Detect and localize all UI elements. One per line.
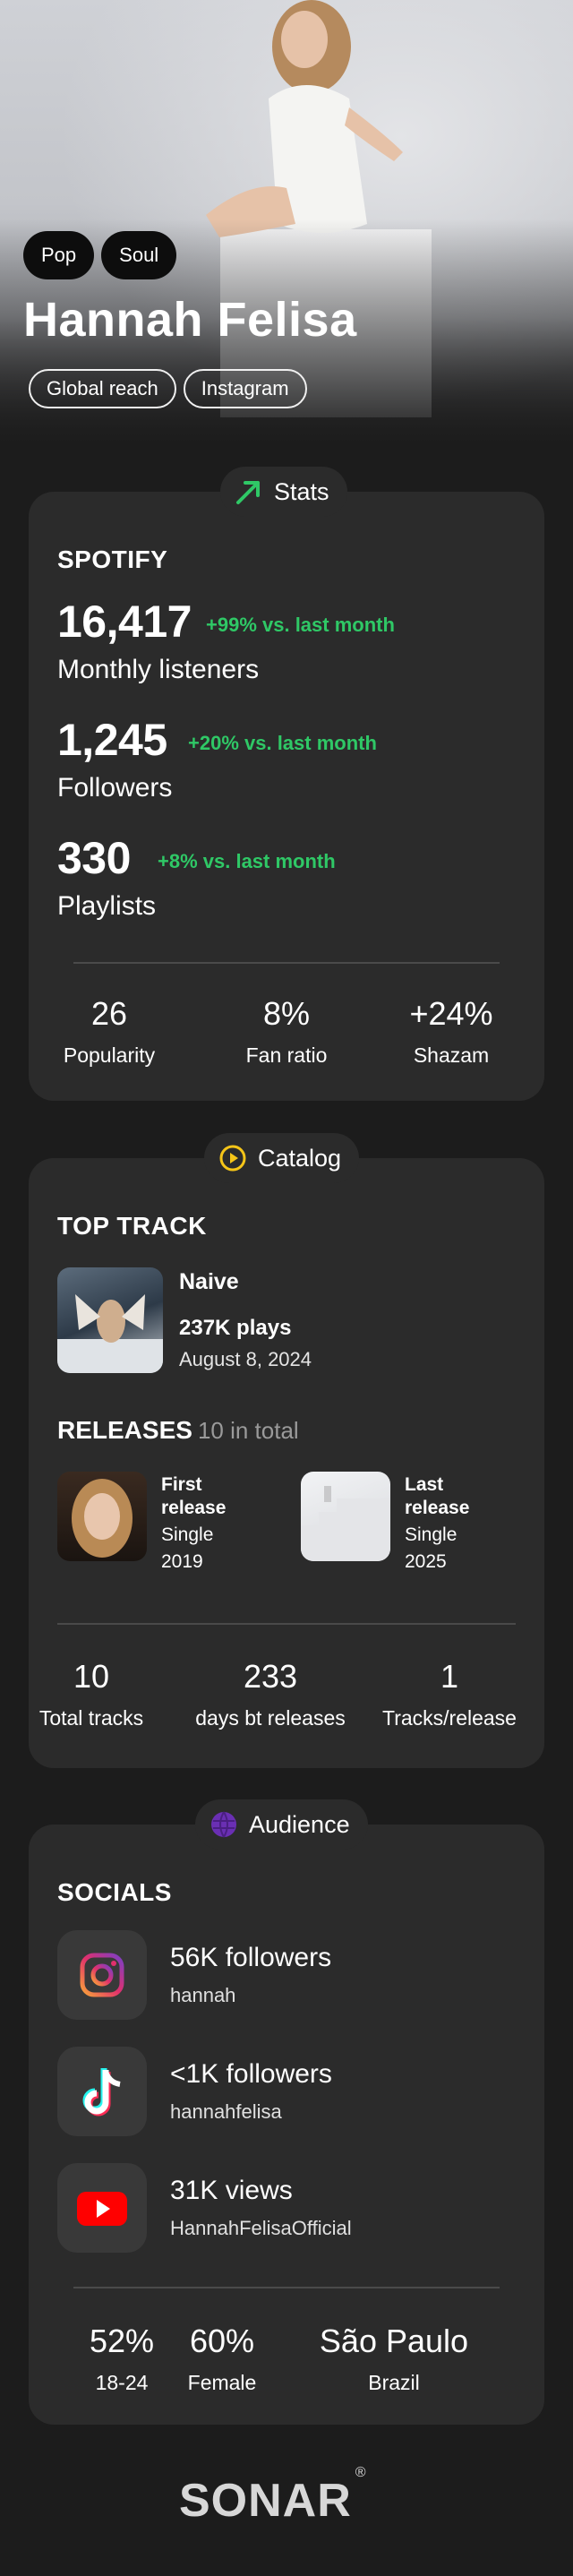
first-release-artwork <box>72 1479 133 1558</box>
shazam-value: +24% <box>409 995 493 1032</box>
globe-icon <box>211 1811 236 1838</box>
tiktok-followers: <1K followers <box>170 2059 332 2089</box>
top-track-plays: 237K plays <box>179 1316 292 1340</box>
popularity-stat: 26 Popularity <box>38 995 181 1068</box>
gender-label: Female <box>187 2371 257 2394</box>
top-track-name[interactable]: Naive <box>179 1269 239 1295</box>
stats-section-label: Stats <box>220 467 347 517</box>
monthly-listeners-delta: +99% vs. last month <box>206 614 395 636</box>
stats-section-title: Stats <box>274 477 329 505</box>
instagram-icon[interactable] <box>57 1930 147 2020</box>
youtube-handle[interactable]: HannahFelisaOfficial <box>170 2217 352 2240</box>
tracks-per-release-label: Tracks/release <box>382 1706 517 1730</box>
age-stat: 52% 18-24 <box>77 2323 167 2395</box>
spotify-heading: SPOTIFY <box>57 545 168 573</box>
followers-value: 1,245 <box>57 715 167 765</box>
last-release-cover[interactable] <box>301 1472 390 1561</box>
audience-card: SOCIALS 56K followers hannah <1K followe… <box>29 1825 544 2425</box>
shazam-label: Shazam <box>413 1043 490 1067</box>
playlists-delta: +8% vs. last month <box>158 850 336 872</box>
trend-up-icon <box>236 481 260 504</box>
top-track-artwork <box>57 1294 163 1373</box>
popularity-value: 26 <box>90 995 128 1032</box>
last-release-title: Last release <box>405 1474 470 1518</box>
sonar-logo: SONAR® <box>179 2465 367 2528</box>
top-city-value: São Paulo <box>319 2323 469 2359</box>
last-release-info: Last release Single 2025 <box>405 1473 494 1574</box>
artist-name: Hannah Felisa <box>23 293 357 347</box>
first-release-year: 2019 <box>161 1551 203 1572</box>
fan-ratio-stat: 8% Fan ratio <box>215 995 358 1068</box>
sonar-wordmark: SONAR <box>179 2475 352 2527</box>
age-label: 18-24 <box>95 2371 149 2394</box>
top-track-cover[interactable] <box>57 1267 163 1373</box>
first-release-type: Single <box>161 1524 214 1545</box>
audience-divider <box>73 2287 500 2288</box>
youtube-glyph <box>77 2192 127 2226</box>
top-city-stat: São Paulo Brazil <box>295 2323 492 2395</box>
chip-global-reach[interactable]: Global reach <box>29 369 176 408</box>
tiktok-icon[interactable] <box>57 2047 147 2136</box>
play-circle-icon <box>219 1145 246 1172</box>
total-tracks-value: 10 <box>73 1658 110 1695</box>
genre-tags: Pop Soul <box>23 231 177 279</box>
total-tracks-stat: 10 Total tracks <box>29 1658 154 1730</box>
followers-label: Followers <box>57 773 173 803</box>
catalog-section-label: Catalog <box>204 1133 360 1183</box>
age-value: 52% <box>89 2323 155 2359</box>
popularity-label: Popularity <box>63 1043 156 1067</box>
releases-title: RELEASES <box>57 1416 192 1444</box>
monthly-listeners-label: Monthly listeners <box>57 655 260 684</box>
days-between-releases-stat: 233 days bt releases <box>181 1658 360 1730</box>
last-release-year: 2025 <box>405 1551 447 1572</box>
releases-heading: RELEASES 10 in total <box>57 1416 299 1445</box>
releases-total: 10 in total <box>197 1417 299 1444</box>
genre-tag[interactable]: Pop <box>23 231 95 279</box>
tracks-per-release-stat: 1 Tracks/release <box>360 1658 539 1730</box>
top-track-heading: TOP TRACK <box>57 1212 207 1240</box>
socials-heading: SOCIALS <box>57 1878 172 1906</box>
playlists-value: 330 <box>57 833 131 883</box>
youtube-icon[interactable] <box>57 2163 147 2253</box>
days-between-releases-value: 233 <box>243 1658 298 1695</box>
gender-value: 60% <box>189 2323 255 2359</box>
registered-mark: ® <box>355 2464 367 2480</box>
fan-ratio-value: 8% <box>262 995 311 1032</box>
first-release-title: First release <box>161 1474 227 1518</box>
catalog-card: TOP TRACK Naive 237K plays August 8, 202… <box>29 1158 544 1768</box>
first-release-info: First release Single 2019 <box>161 1473 251 1574</box>
instagram-glyph <box>80 1953 124 1997</box>
tiktok-glyph <box>82 2068 121 2117</box>
fan-ratio-label: Fan ratio <box>245 1043 328 1067</box>
stats-card: SPOTIFY 16,417 +99% vs. last month Month… <box>29 492 544 1101</box>
last-release-type: Single <box>405 1524 458 1545</box>
youtube-views: 31K views <box>170 2176 293 2205</box>
artist-hero: Pop Soul Hannah Felisa Global reach Inst… <box>0 0 573 452</box>
stats-divider <box>73 962 500 964</box>
last-release-artwork <box>301 1486 390 1561</box>
followers-delta: +20% vs. last month <box>188 732 377 754</box>
tracks-per-release-value: 1 <box>440 1658 459 1695</box>
audience-section-label: Audience <box>195 1799 368 1850</box>
catalog-divider <box>57 1623 516 1625</box>
catalog-section-title: Catalog <box>258 1144 342 1172</box>
gender-stat: 60% Female <box>177 2323 267 2395</box>
instagram-followers: 56K followers <box>170 1943 332 1972</box>
tiktok-handle[interactable]: hannahfelisa <box>170 2100 282 2124</box>
top-track-date: August 8, 2024 <box>179 1348 312 1370</box>
audience-section-title: Audience <box>249 1810 350 1838</box>
instagram-handle[interactable]: hannah <box>170 1984 235 2007</box>
shazam-stat: +24% Shazam <box>380 995 523 1068</box>
artist-chips: Global reach Instagram <box>29 369 307 408</box>
monthly-listeners-value: 16,417 <box>57 597 192 647</box>
total-tracks-label: Total tracks <box>38 1706 144 1730</box>
first-release-cover[interactable] <box>57 1472 147 1561</box>
top-city-label: Brazil <box>368 2371 420 2394</box>
chip-instagram[interactable]: Instagram <box>183 369 307 408</box>
days-between-releases-label: days bt releases <box>195 1706 346 1730</box>
genre-tag[interactable]: Soul <box>101 231 177 279</box>
playlists-label: Playlists <box>57 891 157 921</box>
